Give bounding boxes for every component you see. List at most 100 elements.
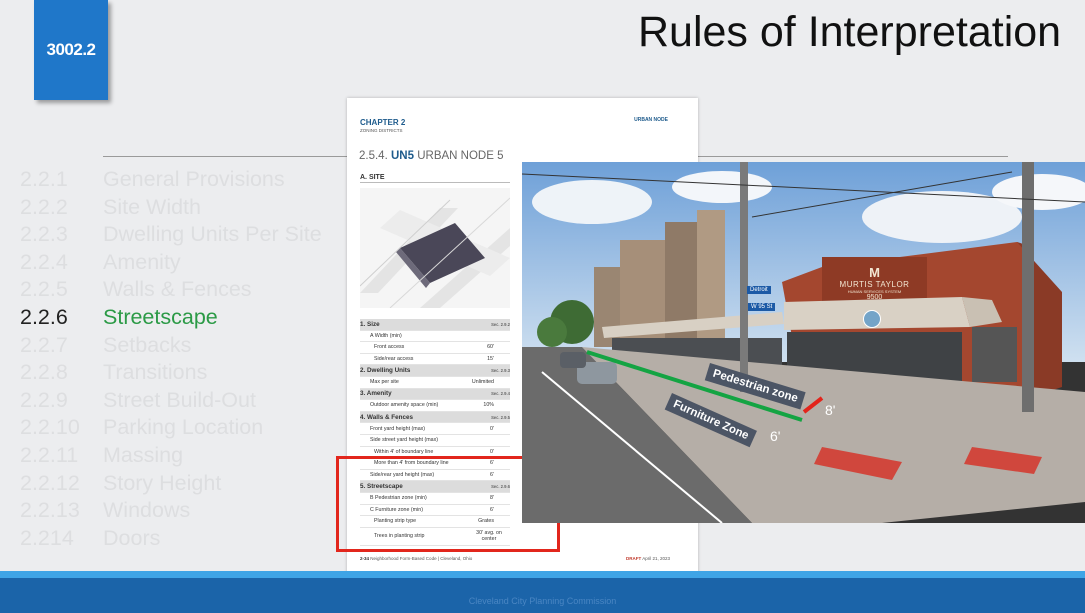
- toc-label: Doors: [103, 525, 161, 550]
- table-key: Side street yard height (max): [370, 437, 439, 444]
- table-key: 1. Size: [360, 320, 380, 328]
- table-key: 2. Dwelling Units: [360, 367, 411, 375]
- table-key: Outdoor amenity space (min): [370, 402, 439, 409]
- footer-bar: Cleveland City Planning Commission: [0, 571, 1085, 613]
- table-section-header: 2. Dwelling Units Sec. 2.9.3: [360, 365, 510, 377]
- toc-number: 2.2.13: [20, 498, 80, 523]
- toc-label: Dwelling Units Per Site: [103, 222, 322, 247]
- section-num: 2.5.4.: [359, 150, 388, 162]
- map-pin-icon[interactable]: [863, 310, 881, 328]
- table-value: 15': [487, 356, 494, 363]
- street-photo: M MURTIS TAYLOR HUMAN SERVICES SYSTEM 95…: [522, 162, 1085, 523]
- toc-label: Setbacks: [103, 332, 192, 357]
- toc-item: 2.2.4 Amenity: [20, 250, 322, 278]
- running-header: URBAN NODE: [634, 117, 668, 123]
- toc-label: Amenity: [103, 249, 181, 274]
- page-number: 2-34: [360, 556, 370, 561]
- toc-item: 2.2.3 Dwelling Units Per Site: [20, 222, 322, 250]
- toc-label: Site Width: [103, 194, 201, 219]
- section-name: URBAN NODE 5: [417, 150, 504, 162]
- table-value: 0': [490, 425, 494, 432]
- toc-number: 2.2.9: [20, 387, 68, 412]
- toc-number: 2.2.5: [20, 277, 68, 302]
- table-value: Sec. 2.9.4: [491, 391, 510, 397]
- section-badge: 3002.2: [34, 0, 108, 100]
- site-label: A. SITE: [360, 174, 510, 183]
- toc-label: Windows: [103, 498, 191, 523]
- table-row: Outdoor amenity space (min) 10%: [360, 400, 510, 412]
- table-value: 0': [490, 448, 494, 455]
- toc-item: 2.2.9 Street Build-Out: [20, 388, 322, 416]
- site-diagram: [359, 188, 511, 309]
- street-sign-detroit: Detroit: [747, 286, 771, 294]
- toc-label: Street Build-Out: [103, 387, 256, 412]
- toc-number: 2.2.11: [20, 442, 79, 467]
- table-section-header: 1. Size Sec. 2.9.2: [360, 319, 510, 331]
- table-key: 3. Amenity: [360, 390, 392, 398]
- draft-label: DRAFT April 21, 2023: [626, 556, 670, 561]
- table-value: Sec. 2.9.2: [491, 321, 510, 327]
- toc-item: 2.2.10 Parking Location: [20, 415, 322, 443]
- table-value: 60': [487, 344, 494, 351]
- draft-word: DRAFT: [625, 556, 642, 561]
- toc-label: Massing: [103, 442, 184, 467]
- chapter-heading: CHAPTER 2: [360, 118, 406, 127]
- table-row: Front yard height (max) 0': [360, 423, 510, 435]
- toc-list: 2.2.1 General Provisions 2.2.2 Site Width 2.…: [20, 167, 322, 553]
- table-row: Side street yard height (max): [360, 435, 510, 447]
- toc-number: 2.2.12: [20, 470, 80, 495]
- table-row: A Width (min): [360, 331, 510, 343]
- footer-text: Cleveland City Planning Commission: [468, 596, 617, 606]
- toc-item: 2.2.12 Story Height: [20, 471, 322, 499]
- footer-accent-line: [0, 571, 1085, 578]
- section-code: UN5: [390, 150, 414, 162]
- table-key: 4. Walls & Fences: [360, 413, 413, 421]
- table-key: Within 4' of boundary line: [374, 448, 434, 455]
- toc-item: 2.2.13 Windows: [20, 498, 322, 526]
- toc-item: 2.2.2 Site Width: [20, 195, 322, 223]
- sign-main: MURTIS TAYLOR: [839, 280, 910, 289]
- page-title: Rules of Interpretation: [638, 8, 1062, 56]
- table-key: Front yard height (max): [370, 425, 426, 432]
- draft-date: April 21, 2023: [642, 556, 670, 561]
- toc-item: 2.2.6 Streetscape: [20, 305, 322, 333]
- table-row: Front access 60': [360, 342, 510, 354]
- toc-label: Story Height: [103, 470, 222, 495]
- table-value: Sec. 2.9.5: [491, 414, 510, 420]
- toc-item: 2.2.7 Setbacks: [20, 333, 322, 361]
- table-value: Sec. 2.9.3: [491, 368, 510, 374]
- toc-number: 2.2.1: [20, 167, 68, 191]
- toc-item: 2.2.5 Walls & Fences: [20, 277, 322, 305]
- toc-number: 2.2.10: [20, 415, 80, 440]
- table-key: Front access: [374, 344, 405, 351]
- toc-number: 2.2.4: [20, 249, 68, 274]
- toc-label: Parking Location: [103, 415, 264, 440]
- footer-text: Neighborhood Form-Based Code | Cleveland…: [370, 556, 473, 561]
- document-footer: 2-34 Neighborhood Form-Based Code | Clev…: [360, 556, 472, 561]
- table-key: Side/rear access: [374, 356, 414, 363]
- toc-number: 2.2.3: [20, 222, 68, 247]
- table-section-header: 4. Walls & Fences Sec. 2.9.5: [360, 411, 510, 424]
- pedestrian-width-label: 8': [825, 402, 836, 418]
- table-key: A Width (min): [370, 332, 402, 339]
- toc-label: Transitions: [103, 360, 208, 385]
- toc-item: 2.2.8 Transitions: [20, 360, 322, 388]
- sign-number: 9500: [866, 294, 883, 301]
- table-row: Max per site Unlimited: [360, 377, 510, 389]
- table-row: Side/rear access 15': [360, 354, 510, 366]
- sign-logo: M: [869, 265, 880, 280]
- table-value: 10%: [483, 402, 494, 409]
- toc-item: 2.2.11 Massing: [20, 443, 322, 471]
- toc-number: 2.2.7: [20, 332, 68, 357]
- street-sign-95: W 95 St: [748, 303, 776, 311]
- toc-label: General Provisions: [103, 167, 285, 191]
- table-key: Max per site: [370, 379, 399, 386]
- toc-number: 2.214: [20, 525, 74, 550]
- furniture-width-label: 6': [770, 428, 781, 444]
- section-heading: 2.5.4. UN5 URBAN NODE 5: [359, 150, 503, 162]
- toc-item: 2.214 Doors: [20, 526, 322, 554]
- toc-label: Walls & Fences: [103, 277, 252, 302]
- toc-item: 2.2.1 General Provisions: [20, 167, 322, 195]
- chapter-subheading: ZONING DISTRICTS: [360, 128, 403, 133]
- toc-number: 2.2.6: [20, 304, 68, 329]
